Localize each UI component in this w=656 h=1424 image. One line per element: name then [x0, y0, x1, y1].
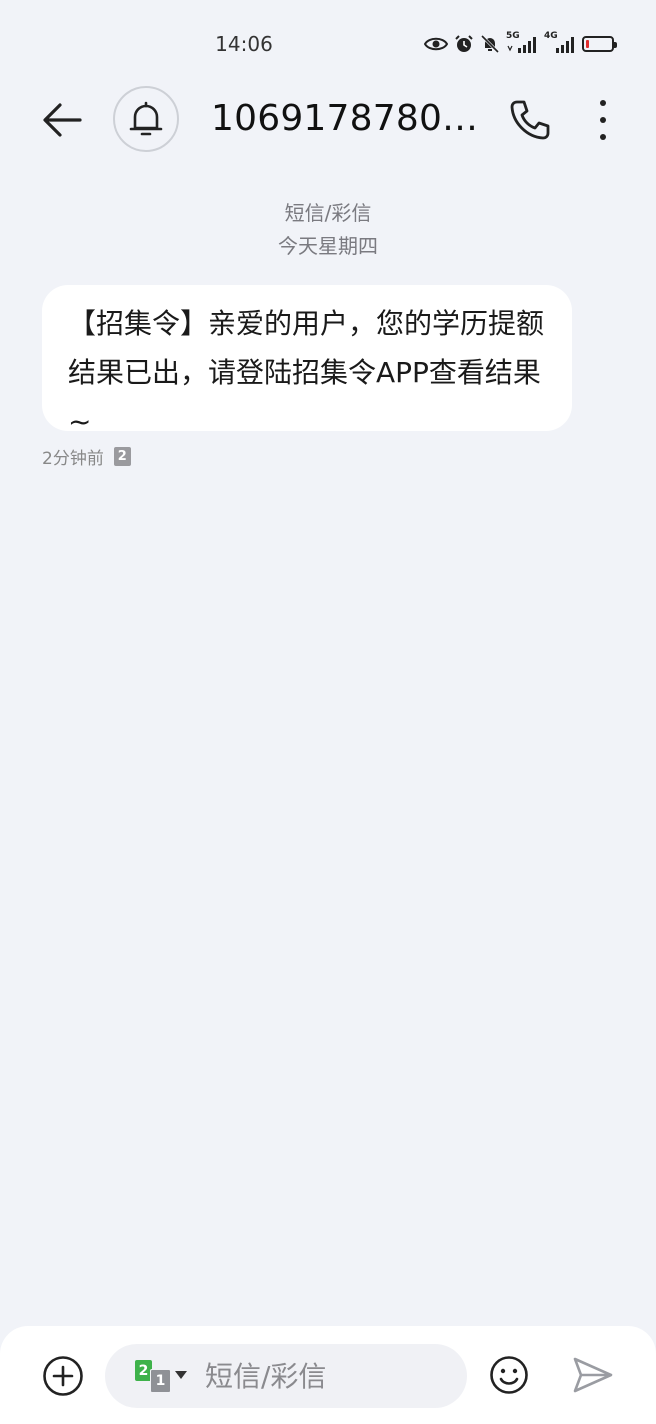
send-button[interactable] [572, 1355, 614, 1395]
signal-5g: 5G [506, 31, 538, 55]
message-meta: 2分钟前 2 [42, 444, 131, 469]
signal-icon [507, 37, 536, 53]
emoji-icon [490, 1356, 528, 1394]
phone-icon [510, 100, 550, 140]
call-button[interactable] [508, 98, 552, 142]
emoji-button[interactable] [489, 1355, 529, 1395]
date-separator: 今天星期四 [278, 234, 378, 258]
add-attachment-button[interactable] [42, 1355, 84, 1397]
back-arrow-icon [43, 103, 82, 137]
message-composer: 2 1 [0, 1326, 656, 1424]
more-vertical-icon [600, 100, 606, 106]
back-button[interactable] [40, 100, 84, 140]
dropdown-caret-icon [175, 1371, 187, 1379]
sim-card-icon: 2 [113, 447, 131, 466]
contact-avatar-button[interactable] [113, 86, 179, 152]
signal-icon [556, 37, 574, 53]
message-time: 2分钟前 [42, 449, 104, 469]
message-input[interactable] [205, 1356, 445, 1396]
message-input-container: 2 1 [105, 1344, 467, 1408]
more-options-button[interactable] [588, 98, 618, 142]
status-bar: 14:06 5G 4G [0, 0, 656, 88]
mute-icon [480, 34, 500, 54]
battery-icon [582, 36, 617, 52]
eye-icon [424, 37, 448, 51]
add-icon [43, 1356, 83, 1396]
status-icons: 5G 4G [424, 31, 617, 55]
sim-selector[interactable]: 2 1 [135, 1360, 195, 1393]
battery-level [586, 40, 589, 48]
conversation-type-label: 短信/彩信 [284, 201, 372, 225]
sim-card-secondary: 1 [150, 1369, 171, 1393]
contact-number[interactable]: 106917878017… [211, 98, 483, 139]
send-icon [573, 1357, 613, 1393]
alarm-icon [455, 35, 473, 52]
status-time: 14:06 [215, 32, 273, 56]
bell-icon [129, 101, 163, 136]
signal-4g: 4G [544, 31, 576, 55]
conversation-header: 106917878017… [0, 84, 656, 156]
message-bubble[interactable]: 【招集令】亲爱的用户，您的学历提额结果已出，请登陆招集令APP查看结果~ [42, 285, 572, 438]
